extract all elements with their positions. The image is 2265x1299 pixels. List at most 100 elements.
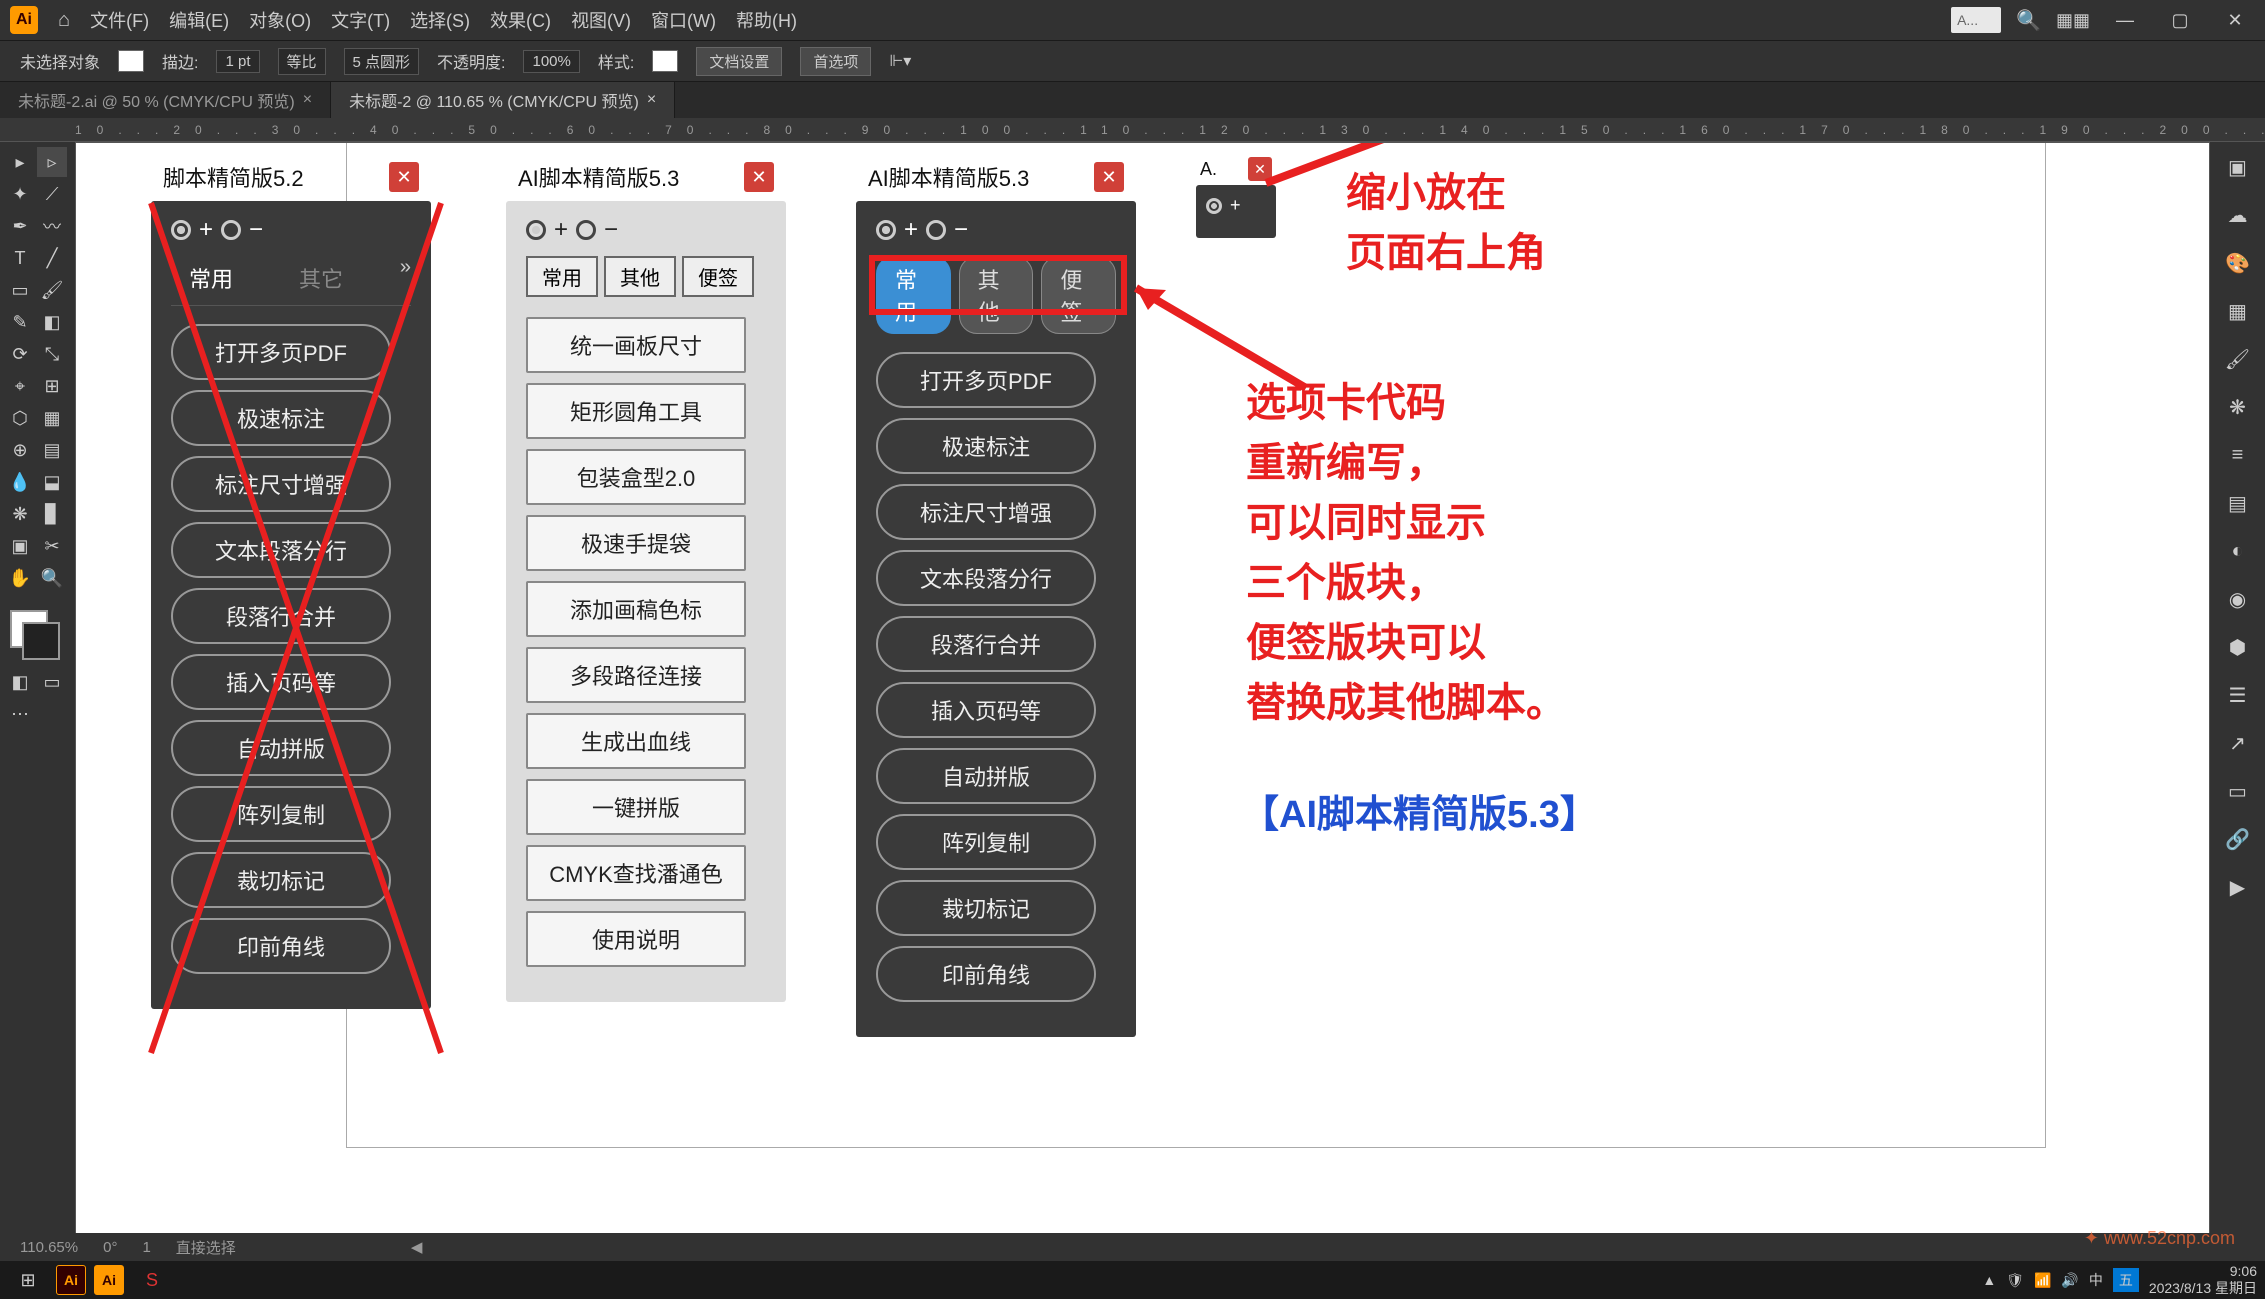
tab-common[interactable]: 常用 [171,256,251,300]
radio-icon[interactable] [926,220,946,240]
script-item[interactable]: 插入页码等 [171,654,391,710]
document-tab-1[interactable]: 未标题-2.ai @ 50 % (CMYK/CPU 预览)× [0,82,331,118]
script-item[interactable]: 文本段落分行 [171,522,391,578]
taskbar-ai-icon-active[interactable]: Ai [94,1265,124,1295]
close-button[interactable]: ✕ [1094,162,1124,192]
tab-common[interactable]: 常用 [876,256,951,334]
tray-volume-icon[interactable]: 🔊 [2061,1272,2078,1289]
tab-notes[interactable]: 便签 [682,256,754,297]
stroke-icon[interactable]: ≡ [2218,435,2258,475]
menu-edit[interactable]: 编辑(E) [169,7,229,33]
tray-ime-mode[interactable]: 五 [2113,1268,2139,1292]
taskbar-ai-icon[interactable]: Ai [56,1265,86,1295]
transparency-icon[interactable]: ◐ [2218,531,2258,571]
radio-icon[interactable] [526,220,546,240]
document-setup-button[interactable]: 文档设置 [696,47,782,76]
search-icon[interactable]: 🔍 [2016,8,2041,33]
menu-type[interactable]: 文字(T) [331,7,390,33]
graphic-styles-icon[interactable]: ⬢ [2218,627,2258,667]
script-item[interactable]: 段落行合并 [171,588,391,644]
script-item[interactable]: 自动拼版 [171,720,391,776]
menu-object[interactable]: 对象(O) [249,7,311,33]
tab-common[interactable]: 常用 [526,256,598,297]
tray-icon[interactable]: ▲ [1982,1272,1996,1288]
menu-help[interactable]: 帮助(H) [736,7,797,33]
tray-ime-icon[interactable]: 中 [2089,1270,2103,1290]
script-item[interactable]: CMYK查找潘通色 [526,845,746,901]
script-item[interactable]: 裁切标记 [171,852,391,908]
rotate-tool[interactable]: ⟳ [5,339,35,369]
lasso-tool[interactable]: ⟋ [37,179,67,209]
tab-other[interactable]: 其它 [281,256,361,300]
pen-tool[interactable]: ✒ [5,211,35,241]
mesh-tool[interactable]: ⊕ [5,435,35,465]
taskbar-app-icon[interactable]: S [132,1265,172,1295]
magic-wand-tool[interactable]: ✦ [5,179,35,209]
links-icon[interactable]: 🔗 [2218,819,2258,859]
script-item[interactable]: 文本段落分行 [876,550,1096,606]
scale-tool[interactable]: ⤡ [37,339,67,369]
selection-tool[interactable]: ▸ [5,147,35,177]
script-item[interactable]: 标注尺寸增强 [171,456,391,512]
graph-tool[interactable]: ▊ [37,499,67,529]
menu-effect[interactable]: 效果(C) [490,7,551,33]
eraser-tool[interactable]: ◧ [37,307,67,337]
close-button[interactable]: ✕ [744,162,774,192]
symbols-icon[interactable]: ❋ [2218,387,2258,427]
script-item[interactable]: 段落行合并 [876,616,1096,672]
script-item[interactable]: 阵列复制 [876,814,1096,870]
script-item[interactable]: 使用说明 [526,911,746,967]
swatches-icon[interactable]: ▦ [2218,291,2258,331]
close-button[interactable]: ✕ [1248,157,1272,181]
gradient-icon[interactable]: ▤ [2218,483,2258,523]
close-icon[interactable]: ✕ [2215,10,2255,31]
scrollbar-left-icon[interactable]: ◀ [411,1238,423,1256]
play-icon[interactable]: ▶ [2218,867,2258,907]
edit-toolbar-icon[interactable]: ⋯ [5,699,35,729]
menu-select[interactable]: 选择(S) [410,7,470,33]
panel-mini-titlebar[interactable]: A... [1951,7,2001,33]
shape-builder-tool[interactable]: ⬡ [5,403,35,433]
canvas[interactable]: 脚本精简版5.2 ✕ + − 常用 其它 » 打开多页PDF 极速标注 标注尺寸… [75,142,2210,1239]
script-item[interactable]: 极速手提袋 [526,515,746,571]
scale-mode-field[interactable]: 等比 [278,48,326,75]
layers-icon[interactable]: ☰ [2218,675,2258,715]
tab-other[interactable]: 其他 [604,256,676,297]
tray-icon[interactable]: 🛡 [2006,1272,2024,1289]
screen-mode-icon[interactable]: ▭ [37,667,67,697]
close-tab-icon[interactable]: × [303,91,312,109]
menu-file[interactable]: 文件(F) [90,7,149,33]
expand-icon[interactable]: » [400,256,411,300]
hand-tool[interactable]: ✋ [5,563,35,593]
script-item[interactable]: 打开多页PDF [876,352,1096,408]
perspective-tool[interactable]: ▦ [37,403,67,433]
close-button[interactable]: ✕ [389,162,419,192]
color-icon[interactable]: 🎨 [2218,243,2258,283]
script-item[interactable]: 自动拼版 [876,748,1096,804]
script-item[interactable]: 裁切标记 [876,880,1096,936]
zoom-tool[interactable]: 🔍 [37,563,67,593]
script-item[interactable]: 极速标注 [876,418,1096,474]
script-item[interactable]: 矩形圆角工具 [526,383,746,439]
style-swatch[interactable] [652,50,678,72]
document-tab-2[interactable]: 未标题-2 @ 110.65 % (CMYK/CPU 预览)× [331,82,675,118]
script-item[interactable]: 包装盒型2.0 [526,449,746,505]
radio-icon[interactable] [171,220,191,240]
start-button[interactable]: ⊞ [8,1265,48,1295]
rotation-field[interactable]: 0° [103,1239,117,1256]
type-tool[interactable]: T [5,243,35,273]
script-item[interactable]: 一键拼版 [526,779,746,835]
blend-tool[interactable]: ⬓ [37,467,67,497]
artboard-nav[interactable]: 1 [142,1239,150,1256]
fill-swatch[interactable] [118,50,144,72]
libraries-icon[interactable]: ☁ [2218,195,2258,235]
free-transform-tool[interactable]: ⊞ [37,371,67,401]
opacity-field[interactable]: 100% [523,50,579,73]
paintbrush-tool[interactable]: 🖌 [37,275,67,305]
rectangle-tool[interactable]: ▭ [5,275,35,305]
align-icon[interactable]: ⊩▾ [889,51,911,71]
symbol-sprayer-tool[interactable]: ❋ [5,499,35,529]
tab-other[interactable]: 其他 [959,256,1034,334]
brush-field[interactable]: 5 点圆形 [344,48,420,75]
zoom-level[interactable]: 110.65% [20,1239,78,1256]
